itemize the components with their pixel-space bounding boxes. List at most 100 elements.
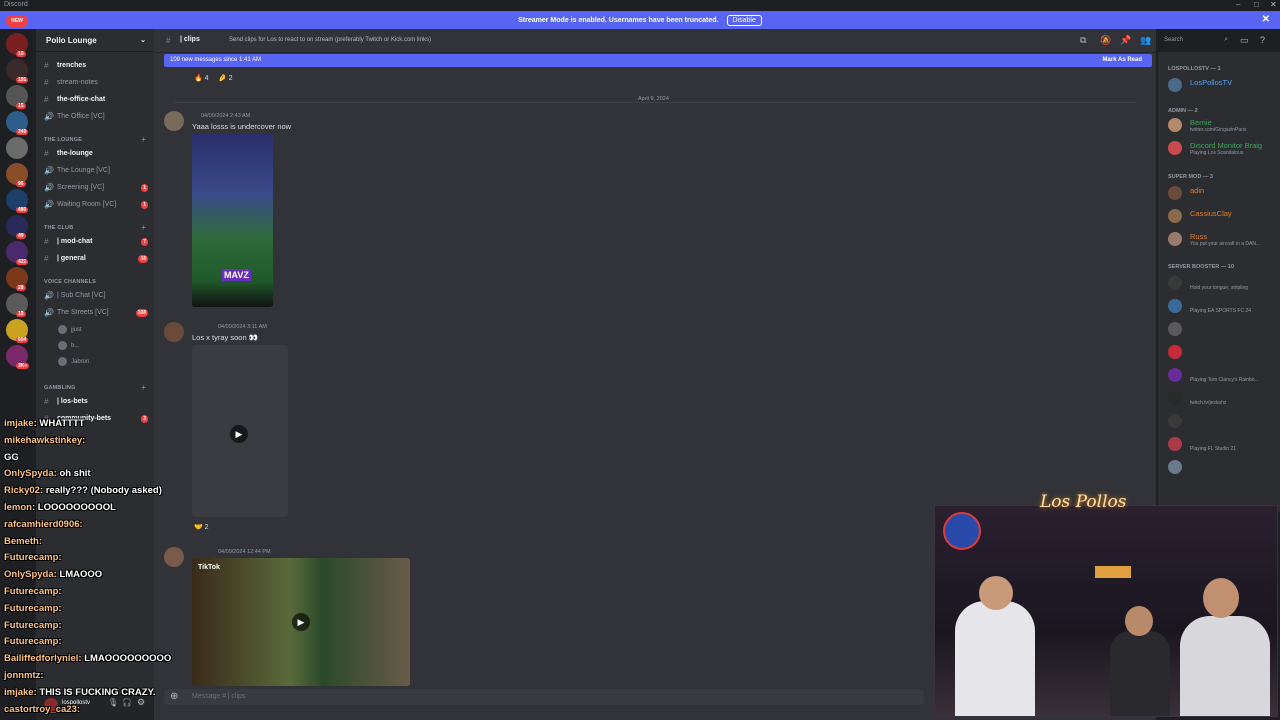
- channel-the-streets-vc[interactable]: 🔊 The Streets [VC] 108: [44, 306, 148, 320]
- channel-waiting-room-vc[interactable]: 🔊 Waiting Room [VC] 1: [44, 198, 148, 212]
- server-name: Pollo Lounge: [46, 36, 97, 45]
- member-item[interactable]: [1168, 412, 1278, 430]
- message-composer[interactable]: ⊕ Message # | clips: [164, 689, 924, 705]
- channel-the-office-vc[interactable]: 🔊 The Office [VC]: [44, 110, 148, 124]
- avatar[interactable]: [164, 322, 184, 342]
- notification-bell-icon[interactable]: 🔕: [1100, 35, 1111, 46]
- threads-icon[interactable]: ⧉: [1080, 35, 1086, 46]
- close-icon[interactable]: ✕: [1262, 14, 1270, 25]
- voice-user[interactable]: jjust: [58, 325, 82, 334]
- speaker-icon: 🔊: [44, 200, 54, 209]
- add-channel-icon[interactable]: +: [141, 135, 146, 144]
- overlay-chat-line: rafcamhierd0906:: [4, 519, 83, 530]
- member-item[interactable]: Bernie twitter.com/GingazinParis: [1168, 116, 1278, 134]
- speaker-icon: 🔊: [44, 112, 54, 121]
- member-item[interactable]: Discord Monitor Braig Playing Los Scandal…: [1168, 139, 1278, 157]
- overlay-chat-username: rafcamhierd0906:: [4, 518, 83, 530]
- search-input[interactable]: Search ⌕: [1160, 35, 1232, 47]
- mark-as-read-button[interactable]: Mark As Read: [1103, 57, 1142, 63]
- server-icon[interactable]: [6, 137, 28, 159]
- category-gambling[interactable]: GAMBLING: [44, 385, 76, 391]
- channel-trenches[interactable]: # trenches: [44, 59, 148, 73]
- channel-screening-vc[interactable]: 🔊 Screening [VC] 1: [44, 181, 148, 195]
- category-the-club[interactable]: THE CLUB: [44, 225, 73, 231]
- member-item[interactable]: twitch.tv/jeskohz: [1168, 389, 1278, 407]
- server-header[interactable]: Pollo Lounge ⌄: [36, 29, 154, 52]
- close-window-button[interactable]: ✕: [1270, 0, 1277, 9]
- neon-sign: [1095, 566, 1131, 578]
- mention-badge: 15: [16, 103, 26, 109]
- reaction[interactable]: 🔥 4: [194, 74, 209, 82]
- maximize-button[interactable]: □: [1254, 0, 1259, 9]
- member-item[interactable]: Playing EA SPORTS FC 24: [1168, 297, 1278, 315]
- video-embed-thumbnail[interactable]: TikTok ▶: [192, 558, 410, 686]
- voice-user[interactable]: Jabron: [58, 357, 89, 366]
- video-embed-thumbnail[interactable]: MAVZ: [192, 133, 273, 307]
- member-item[interactable]: CassiusClay: [1168, 207, 1278, 225]
- avatar: [1168, 437, 1182, 451]
- channel-stream-notes[interactable]: # stream-notes: [44, 76, 148, 90]
- disable-streamer-mode-button[interactable]: Disable: [726, 14, 762, 26]
- add-channel-icon[interactable]: +: [141, 223, 146, 232]
- pin-icon[interactable]: 📌: [1120, 35, 1131, 46]
- chevron-down-icon[interactable]: ⌄: [140, 36, 146, 44]
- member-item[interactable]: adin: [1168, 184, 1278, 202]
- mention-badge: 422: [16, 259, 29, 265]
- threads-icon[interactable]: #: [166, 36, 170, 45]
- play-icon[interactable]: ▶: [292, 613, 310, 631]
- overlay-chat-line: Futurecamp:: [4, 586, 62, 597]
- overlay-chat-text: WHATTTT: [39, 418, 85, 429]
- channel-mod-chat[interactable]: # | mod-chat 7: [44, 235, 148, 249]
- channel-los-bets[interactable]: # | los-bets: [44, 395, 148, 409]
- member-item[interactable]: Hold your tongue, stripling: [1168, 274, 1278, 292]
- member-item[interactable]: Playing FL Studio 21: [1168, 435, 1278, 453]
- avatar: [1168, 276, 1182, 290]
- person-figure: [1180, 616, 1270, 716]
- overlay-chat-line: OnlySpyda: oh shit: [4, 468, 91, 479]
- add-channel-icon[interactable]: +: [141, 383, 146, 392]
- avatar: [1168, 118, 1182, 132]
- mention-badge: 49: [16, 233, 26, 239]
- hash-icon: #: [44, 149, 49, 158]
- streamer-mode-banner: Streamer Mode is enabled. Usernames have…: [0, 11, 1280, 29]
- message-timestamp: 04/09/2024 3:11 AM: [218, 324, 267, 330]
- minimize-button[interactable]: –: [1236, 0, 1240, 9]
- help-icon[interactable]: ?: [1260, 35, 1265, 45]
- speaker-icon: 🔊: [44, 308, 54, 317]
- member-item[interactable]: [1168, 458, 1278, 476]
- hash-icon: #: [44, 95, 49, 104]
- channel-sub-chat-vc[interactable]: 🔊 | Sub Chat [VC]: [44, 289, 148, 303]
- play-icon[interactable]: ▶: [230, 425, 248, 443]
- voice-user[interactable]: b...: [58, 341, 79, 350]
- reaction[interactable]: 🤌 2: [218, 74, 233, 82]
- unread-count-badge: 7: [141, 238, 148, 246]
- category-the-lounge[interactable]: THE LOUNGE: [44, 137, 82, 143]
- avatar[interactable]: [164, 111, 184, 131]
- member-item[interactable]: [1168, 343, 1278, 361]
- avatar: [1168, 368, 1182, 382]
- category-voice-channels[interactable]: VOICE CHANNELS: [44, 279, 96, 285]
- message-timestamp: 04/09/2024 12:44 PM: [218, 549, 271, 555]
- channel-the-lounge-vc[interactable]: 🔊 The Lounge [VC]: [44, 164, 148, 178]
- member-category: ADMIN — 2: [1168, 108, 1198, 114]
- channel-title: | clips: [180, 36, 200, 43]
- member-item[interactable]: Playing Tom Clancy's Rainbo...: [1168, 366, 1278, 384]
- avatar: [1168, 209, 1182, 223]
- new-messages-bar[interactable]: 109 new messages since 1:41 AM Mark As R…: [164, 54, 1152, 67]
- overlay-chat-username: Futurecamp:: [4, 636, 62, 648]
- channel-the-office-chat[interactable]: # the-office-chat: [44, 93, 148, 107]
- member-item[interactable]: [1168, 320, 1278, 338]
- speaker-icon: 🔊: [44, 291, 54, 300]
- inbox-icon[interactable]: ▭: [1240, 35, 1249, 46]
- overlay-chat-username: OnlySpyda:: [4, 569, 57, 581]
- member-item[interactable]: Russ You put your aircraft in a DAN...: [1168, 230, 1278, 248]
- webcam-overlay: [934, 505, 1278, 717]
- member-list-icon[interactable]: 👥: [1140, 35, 1151, 46]
- overlay-chat-text: THIS IS FUCKING CRAZY.: [39, 686, 156, 698]
- person-head: [1125, 606, 1153, 636]
- channel-the-lounge[interactable]: # the-lounge: [44, 147, 148, 161]
- mention-badge: 349: [16, 129, 29, 135]
- mention-badge: 191: [16, 77, 29, 83]
- member-item[interactable]: LosPollosTV: [1168, 76, 1278, 94]
- channel-general[interactable]: # | general 18: [44, 252, 148, 266]
